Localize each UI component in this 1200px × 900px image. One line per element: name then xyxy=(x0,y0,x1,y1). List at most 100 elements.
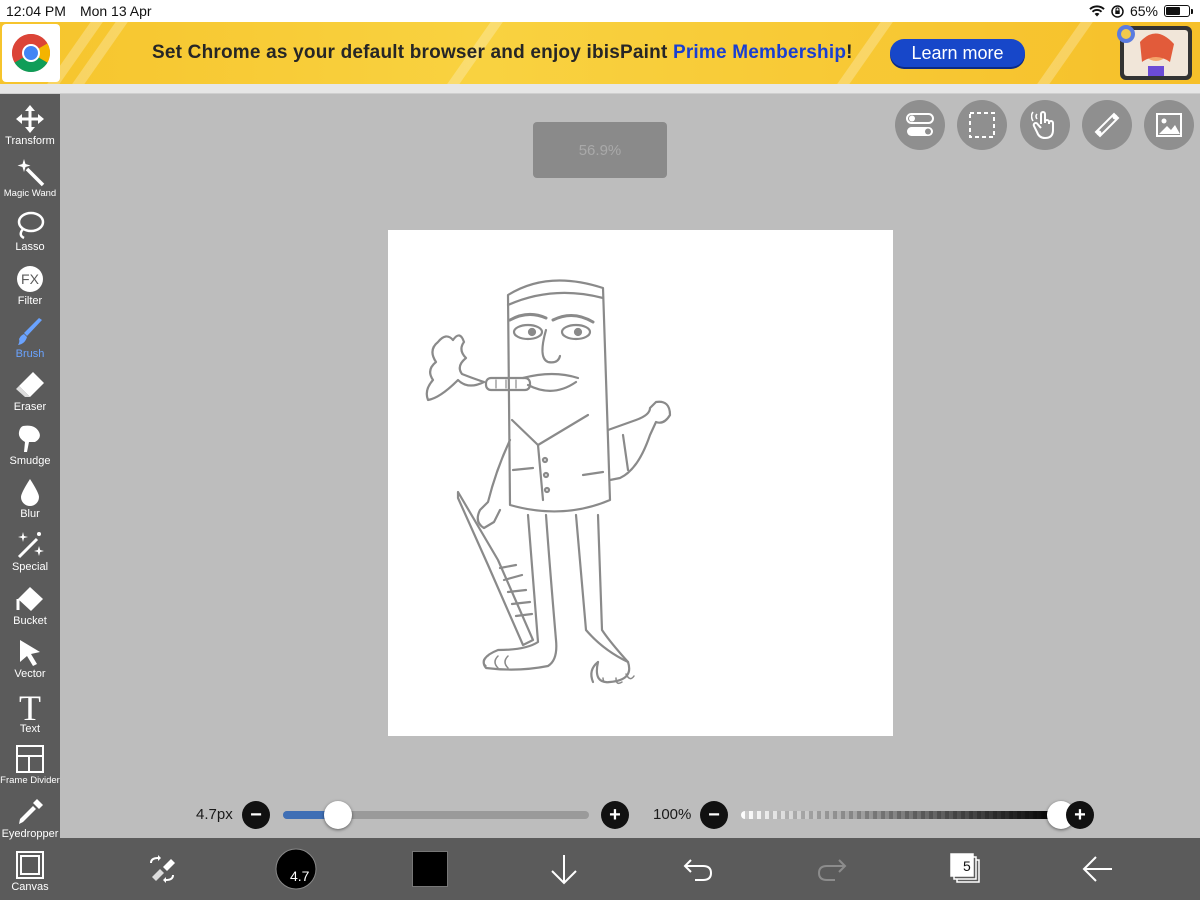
tool-label: Blur xyxy=(20,508,40,520)
plus-icon: + xyxy=(609,804,621,826)
tool-brush[interactable]: Brush xyxy=(0,313,60,366)
tool-label: Brush xyxy=(15,348,45,360)
brush-icon xyxy=(18,318,42,345)
magic-wand-icon xyxy=(17,159,45,187)
arrow-down-icon xyxy=(551,855,577,885)
brush-size-knob[interactable] xyxy=(324,801,353,829)
minus-icon: − xyxy=(708,804,720,826)
tool-lasso[interactable]: Lasso xyxy=(0,206,60,259)
tool-label: Filter xyxy=(17,295,43,307)
brush-size-indicator[interactable]: 4.7 xyxy=(274,838,318,900)
ruler-icon xyxy=(1094,112,1120,138)
current-color-button[interactable] xyxy=(408,838,452,900)
tool-label: Text xyxy=(19,723,41,735)
tool-bucket[interactable]: Bucket xyxy=(0,580,60,633)
bottom-toolbar: 4.7 5 xyxy=(60,838,1200,900)
tool-label: Canvas xyxy=(11,881,49,893)
minus-icon: − xyxy=(250,804,262,826)
eraser-icon xyxy=(16,372,44,397)
banner-message: Set Chrome as your default browser and e… xyxy=(152,42,853,64)
layers-count: 5 xyxy=(963,858,971,874)
back-button[interactable] xyxy=(1076,838,1120,900)
tool-label: Frame Divider xyxy=(0,775,60,786)
svg-text:T: T xyxy=(19,690,41,722)
battery-percent: 65% xyxy=(1129,3,1158,19)
banner-text: Set Chrome as your default browser and e… xyxy=(152,42,673,63)
status-right: 65% xyxy=(1089,3,1193,19)
tool-blur[interactable]: Blur xyxy=(0,473,60,526)
tool-label: Bucket xyxy=(13,615,47,627)
wifi-icon xyxy=(1089,5,1105,17)
orientation-lock-icon xyxy=(1111,4,1124,18)
canvas-icon xyxy=(16,851,44,879)
brush-size-increase-button[interactable]: + xyxy=(601,801,629,829)
tool-text[interactable]: T Text xyxy=(0,686,60,739)
tool-label: Eyedropper xyxy=(1,828,59,840)
move-arrows-icon xyxy=(16,105,44,133)
status-date: Mon 13 Apr xyxy=(79,3,152,19)
tool-filter[interactable]: FX Filter xyxy=(0,260,60,313)
text-t-icon: T xyxy=(19,690,41,722)
tool-transform[interactable]: Transform xyxy=(0,100,60,153)
vector-arrow-icon xyxy=(20,640,40,666)
tool-magic-wand[interactable]: Magic Wand xyxy=(0,153,60,206)
undo-button[interactable] xyxy=(676,838,720,900)
brush-eraser-swap-icon xyxy=(150,855,175,883)
plus-icon: + xyxy=(1074,804,1086,826)
status-time: 12:04 PM xyxy=(6,3,66,19)
tool-label: Smudge xyxy=(9,455,51,467)
arrow-left-icon xyxy=(1082,856,1112,882)
tool-special[interactable]: Special xyxy=(0,526,60,579)
brush-size-decrease-button[interactable]: − xyxy=(242,801,270,829)
tool-eraser[interactable]: Eraser xyxy=(0,366,60,419)
opacity-decrease-button[interactable]: − xyxy=(700,801,728,829)
opacity-value: 100% xyxy=(653,806,692,823)
banner-separator xyxy=(0,84,1200,94)
redo-icon xyxy=(817,859,847,881)
special-sparkle-icon xyxy=(17,532,44,559)
fx-icon: FX xyxy=(17,266,43,292)
battery-icon xyxy=(1164,5,1193,17)
opacity-increase-button[interactable]: + xyxy=(1066,801,1094,829)
tool-eyedropper[interactable]: Eyedropper xyxy=(0,793,60,846)
tool-frame-divider[interactable]: Frame Divider xyxy=(0,740,60,793)
redo-button[interactable] xyxy=(810,838,854,900)
ad-banner[interactable]: Set Chrome as your default browser and e… xyxy=(0,22,1200,84)
banner-text-end: ! xyxy=(846,42,853,63)
selection-layer-button[interactable] xyxy=(957,100,1007,150)
tool-label: Transform xyxy=(5,135,55,147)
tool-label: Magic Wand xyxy=(3,188,57,199)
tool-canvas[interactable]: Canvas xyxy=(0,846,60,899)
toggle-settings-button[interactable] xyxy=(895,100,945,150)
touch-gesture-button[interactable] xyxy=(1020,100,1070,150)
color-swatch xyxy=(412,851,448,887)
drawing-canvas[interactable] xyxy=(388,230,893,736)
lasso-icon xyxy=(17,211,45,240)
brush-size-indicator-text: 4.7 xyxy=(290,868,310,884)
swap-tool-button[interactable] xyxy=(140,838,184,900)
layers-button[interactable]: 5 xyxy=(944,838,988,900)
hand-pointer-icon xyxy=(1031,111,1054,140)
brush-size-value: 4.7px xyxy=(196,806,233,823)
zoom-indicator: 56.9% xyxy=(533,122,667,178)
menu-down-button[interactable] xyxy=(542,838,586,900)
tool-label: Special xyxy=(11,561,49,573)
left-toolbar: Transform Magic Wand Lasso FX Filter Bru… xyxy=(0,94,60,900)
dashed-selection-icon xyxy=(969,112,995,138)
opacity-slider[interactable] xyxy=(741,811,1061,819)
banner-highlight: Prime Membership xyxy=(672,42,847,63)
tool-smudge[interactable]: Smudge xyxy=(0,420,60,473)
tool-label: Lasso xyxy=(15,241,45,253)
chrome-logo-icon xyxy=(2,24,60,82)
tool-label: Vector xyxy=(14,668,46,680)
image-icon xyxy=(1156,113,1182,137)
bucket-icon xyxy=(16,587,43,611)
reference-image-button[interactable] xyxy=(1144,100,1194,150)
tool-label: Eraser xyxy=(13,401,47,413)
ruler-button[interactable] xyxy=(1082,100,1132,150)
tool-vector[interactable]: Vector xyxy=(0,633,60,686)
learn-more-button[interactable]: Learn more xyxy=(890,39,1025,67)
svg-text:FX: FX xyxy=(21,271,40,287)
blur-drop-icon xyxy=(21,479,39,506)
eyedropper-icon xyxy=(19,799,43,824)
